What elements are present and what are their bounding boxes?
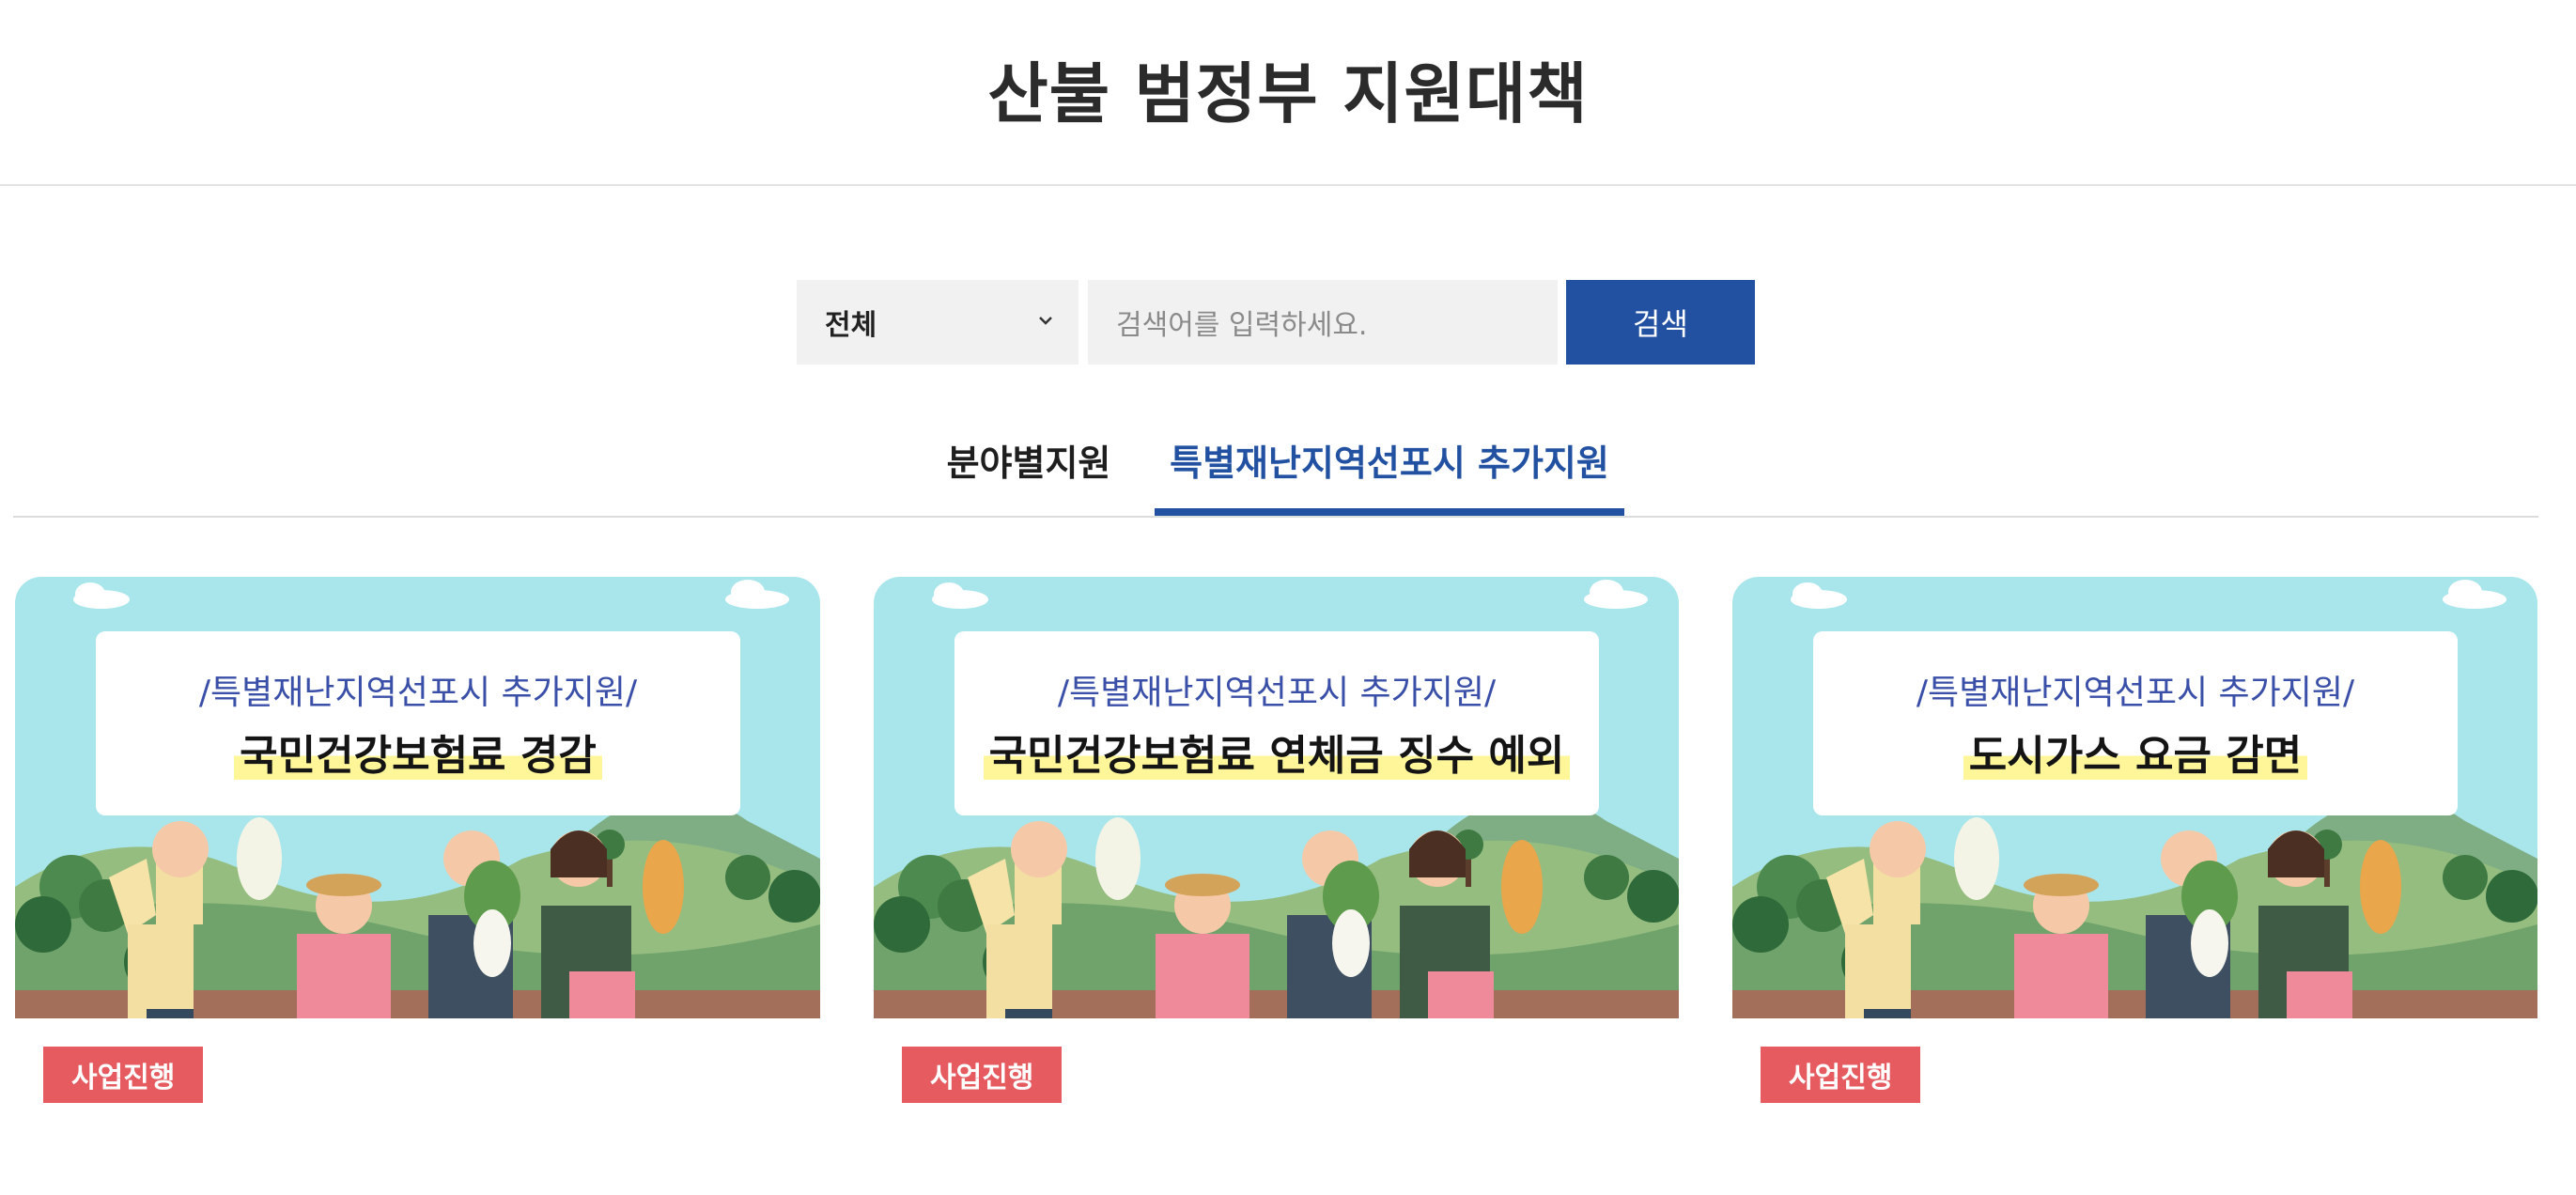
chevron-down-icon (1039, 317, 1052, 325)
tab-field-support[interactable]: 분야별지원 (930, 434, 1127, 517)
support-card[interactable]: /특별재난지역선포시 추가지원/ 국민건강보험료 경감 사업진행 (15, 577, 820, 1103)
thumbnail-title-text: 국민건강보험료 경감 (234, 732, 602, 780)
search-input-placeholder: 검색어를 입력하세요. (1116, 309, 1368, 342)
thumbnail-label-box: /특별재난지역선포시 추가지원/ 국민건강보험료 경감 (96, 631, 740, 815)
thumbnail-subtitle: /특별재난지역선포시 추가지원/ (1916, 674, 2355, 712)
active-tab-indicator (1155, 508, 1624, 516)
tab-special-disaster-support[interactable]: 특별재난지역선포시 추가지원 (1155, 434, 1624, 517)
thumbnail-title: 도시가스 요금 감면 (1813, 722, 2458, 782)
support-card[interactable]: /특별재난지역선포시 추가지원/ 국민건강보험료 연체금 징수 예외 사업진행 (874, 577, 1679, 1103)
status-badge: 사업진행 (902, 1047, 1063, 1103)
tabs-divider (13, 516, 2538, 518)
card-thumbnail[interactable]: /특별재난지역선포시 추가지원/ 도시가스 요금 감면 (1732, 577, 2537, 1018)
thumbnail-title-text: 도시가스 요금 감면 (1963, 732, 2308, 780)
category-select-value: 전체 (825, 309, 877, 342)
status-badge: 사업진행 (1761, 1047, 1921, 1103)
status-badge: 사업진행 (43, 1047, 204, 1103)
support-card[interactable]: /특별재난지역선포시 추가지원/ 도시가스 요금 감면 사업진행 (1732, 577, 2537, 1103)
search-button[interactable]: 검색 (1566, 280, 1755, 365)
thumbnail-subtitle: /특별재난지역선포시 추가지원/ (1057, 674, 1497, 712)
title-divider (0, 184, 2576, 186)
search-input[interactable]: 검색어를 입력하세요. (1088, 280, 1558, 365)
card-thumbnail[interactable]: /특별재난지역선포시 추가지원/ 국민건강보험료 연체금 징수 예외 (874, 577, 1679, 1018)
category-select[interactable]: 전체 (797, 280, 1079, 365)
card-thumbnail[interactable]: /특별재난지역선포시 추가지원/ 국민건강보험료 경감 (15, 577, 820, 1018)
thumbnail-title: 국민건강보험료 경감 (96, 722, 740, 782)
thumbnail-title-text: 국민건강보험료 연체금 징수 예외 (983, 732, 1571, 780)
thumbnail-label-box: /특별재난지역선포시 추가지원/ 국민건강보험료 연체금 징수 예외 (954, 631, 1599, 815)
thumbnail-title: 국민건강보험료 연체금 징수 예외 (954, 722, 1599, 782)
thumbnail-label-box: /특별재난지역선포시 추가지원/ 도시가스 요금 감면 (1813, 631, 2458, 815)
page-title: 산불 범정부 지원대책 (987, 55, 1589, 132)
thumbnail-subtitle: /특별재난지역선포시 추가지원/ (198, 674, 638, 712)
